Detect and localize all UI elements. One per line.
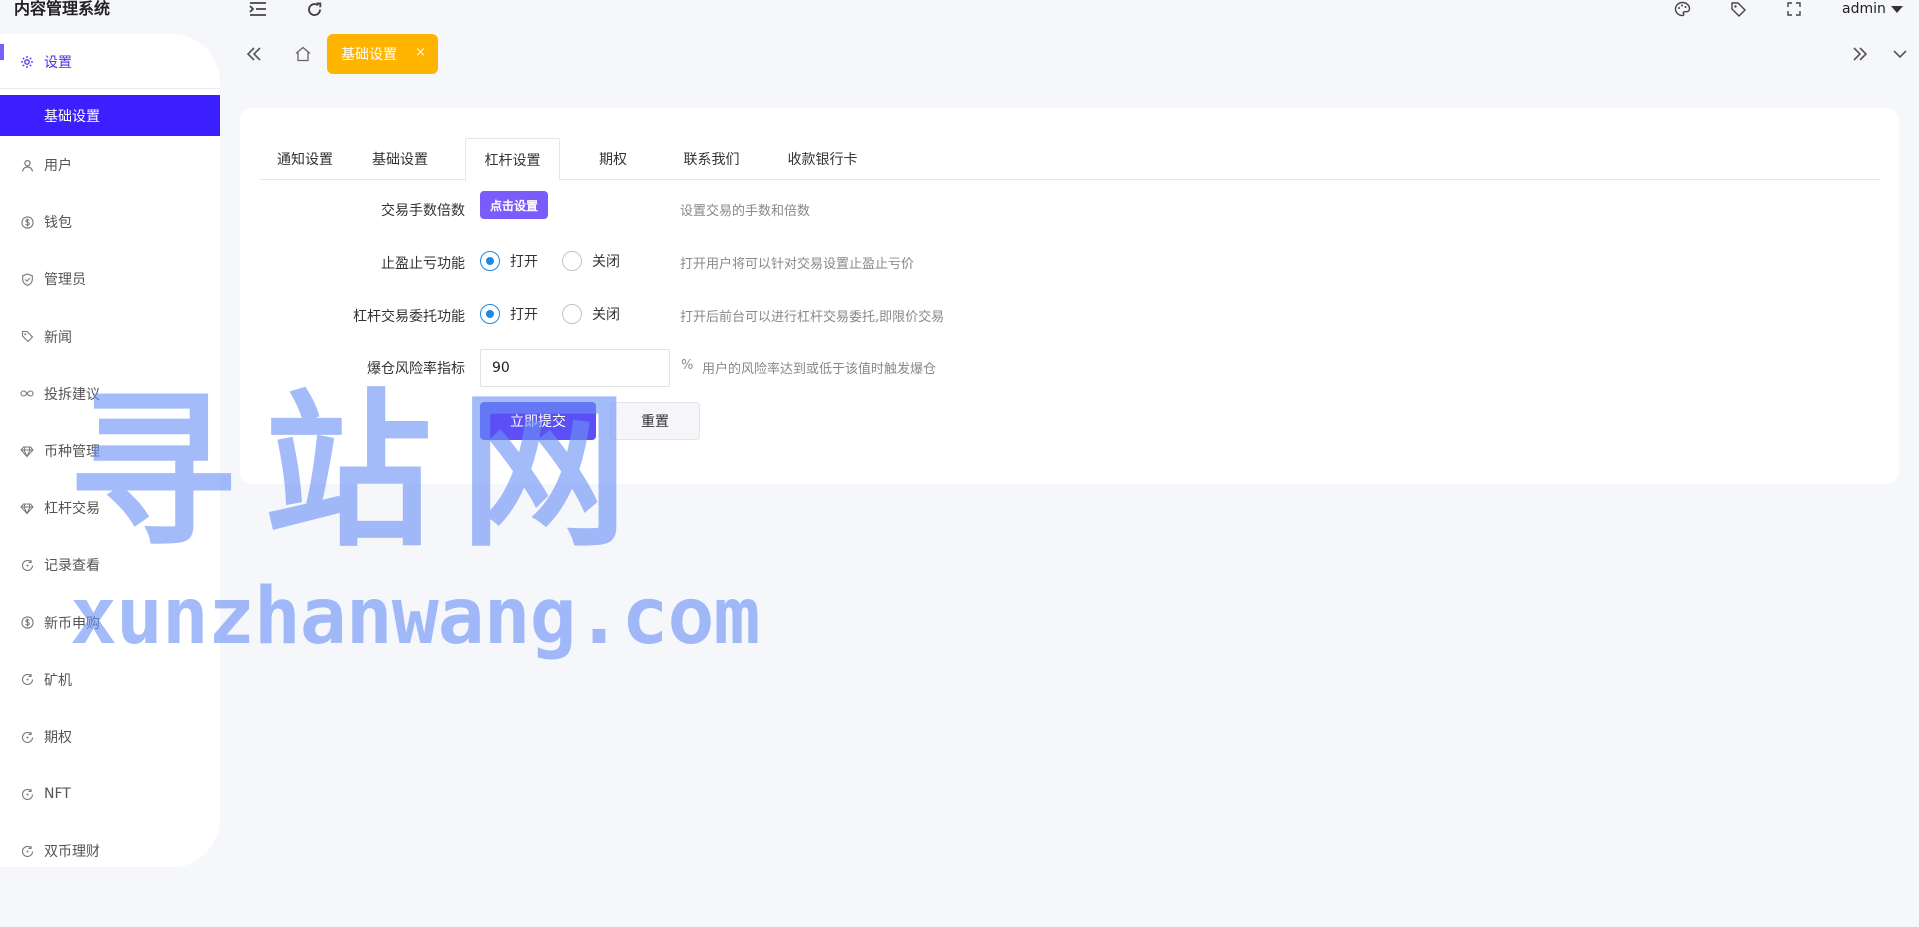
- rotate-icon: [20, 558, 34, 572]
- sidebar-subitem-basic-settings[interactable]: 基础设置: [0, 95, 220, 136]
- caret-down-icon: [1890, 5, 1903, 13]
- page-tab-label: 基础设置: [341, 47, 397, 63]
- sidebar-item-label: 设置: [44, 55, 72, 71]
- sidebar-item[interactable]: 矿机: [0, 660, 220, 700]
- diamond-icon: [20, 501, 34, 515]
- sidebar-item-label: 矿机: [44, 672, 72, 689]
- sidebar-item[interactable]: 新闻: [0, 317, 220, 357]
- sidebar-item[interactable]: 钱包: [0, 202, 220, 242]
- watermark-chinese: 寻站网: [68, 374, 656, 570]
- app-title: 内容管理系统: [14, 0, 111, 18]
- sidebar-item-label: 期权: [44, 730, 72, 746]
- diamond-icon: [20, 444, 34, 458]
- radio-label: 打开: [510, 254, 538, 270]
- sidebar-item-label: 钱包: [44, 215, 72, 232]
- fee-label: 交易手数倍数: [381, 203, 465, 219]
- sidebar-item[interactable]: 期权: [0, 717, 220, 757]
- stop-loss-off-radio[interactable]: 关闭: [562, 251, 620, 271]
- risk-unit: %: [681, 358, 694, 373]
- watermark-url: xunzhanwang.com: [70, 572, 760, 662]
- tag-icon[interactable]: [1728, 0, 1748, 18]
- radio-label: 打开: [510, 307, 538, 323]
- tab-notify[interactable]: 通知设置: [260, 138, 350, 180]
- fee-settings-button[interactable]: 点击设置: [480, 191, 548, 219]
- palette-icon[interactable]: [1672, 0, 1692, 18]
- user-icon: [20, 158, 34, 172]
- stop-loss-label: 止盈止亏功能: [381, 256, 465, 272]
- sidebar-item-label: 用户: [44, 158, 72, 174]
- user-menu[interactable]: admin: [1842, 0, 1903, 18]
- gear-icon: [20, 55, 34, 69]
- radio-label: 关闭: [592, 254, 620, 270]
- home-icon[interactable]: [292, 42, 314, 66]
- tag-icon: [20, 330, 34, 344]
- sidebar-item[interactable]: 管理员: [0, 259, 220, 299]
- menu-collapse-icon[interactable]: [248, 0, 268, 18]
- radio-checked-icon: [480, 251, 500, 271]
- infinity-icon: [20, 387, 34, 401]
- sidebar-item-label: 新闻: [44, 329, 72, 346]
- sidebar-divider: [0, 88, 220, 89]
- rotate-icon: [20, 673, 34, 687]
- tab-contact[interactable]: 联系我们: [659, 138, 764, 180]
- order-tip: 打开后前台可以进行杠杆交易委托,即限价交易: [680, 310, 945, 325]
- settings-tabs: 通知设置 基础设置 杠杆设置 期权 联系我们 收款银行卡: [260, 138, 1880, 181]
- rotate-icon: [20, 844, 34, 858]
- rotate-icon: [20, 730, 34, 744]
- scroll-left-icon[interactable]: [244, 42, 264, 66]
- sidebar-item[interactable]: NFT: [0, 774, 220, 814]
- sidebar-item[interactable]: 双币理财: [0, 831, 220, 871]
- order-label: 杠杆交易委托功能: [353, 309, 465, 325]
- close-icon[interactable]: ×: [415, 45, 426, 60]
- tab-options[interactable]: 期权: [573, 138, 653, 180]
- fullscreen-icon[interactable]: [1784, 0, 1804, 18]
- sidebar-item-label: NFT: [44, 786, 71, 803]
- risk-tip: 用户的风险率达到或低于该值时触发爆仓: [702, 362, 937, 377]
- order-off-radio[interactable]: 关闭: [562, 304, 620, 324]
- radio-unchecked-icon: [562, 304, 582, 324]
- fee-tip: 设置交易的手数和倍数: [680, 204, 811, 219]
- tab-basic[interactable]: 基础设置: [354, 138, 446, 180]
- page-tab-basic-settings[interactable]: 基础设置 ×: [327, 34, 438, 74]
- order-on-radio[interactable]: 打开: [480, 304, 538, 324]
- scroll-right-icon[interactable]: [1850, 42, 1870, 66]
- radio-checked-icon: [480, 304, 500, 324]
- chevron-down-icon[interactable]: [1890, 42, 1910, 66]
- dollar-icon: [20, 215, 34, 229]
- rotate-icon: [20, 787, 34, 801]
- tab-bank-card[interactable]: 收款银行卡: [770, 138, 875, 180]
- stop-loss-tip: 打开用户将可以针对交易设置止盈止亏价: [680, 257, 915, 272]
- sidebar-item-label: 管理员: [44, 272, 86, 289]
- radio-unchecked-icon: [562, 251, 582, 271]
- sidebar-item-label: 双币理财: [44, 844, 100, 861]
- dollar-icon: [20, 616, 34, 630]
- sidebar-item-settings[interactable]: 设置: [0, 42, 220, 82]
- stop-loss-on-radio[interactable]: 打开: [480, 251, 538, 271]
- user-name: admin: [1842, 1, 1886, 17]
- tab-leverage[interactable]: 杠杆设置: [465, 138, 560, 181]
- sidebar-item[interactable]: 用户: [0, 145, 220, 185]
- radio-label: 关闭: [592, 307, 620, 323]
- refresh-icon[interactable]: [304, 0, 324, 18]
- shield-icon: [20, 272, 34, 286]
